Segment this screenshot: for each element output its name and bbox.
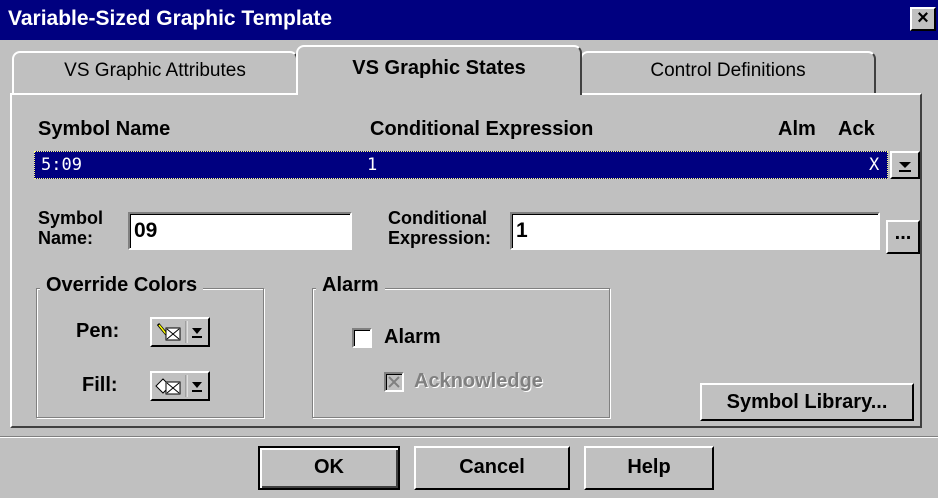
cancel-button[interactable]: Cancel (414, 446, 570, 490)
check-mark-icon (388, 376, 400, 388)
tab-vs-graphic-attributes[interactable]: VS Graphic Attributes (12, 51, 298, 93)
dropdown-arrow-icon (185, 375, 202, 397)
conditional-expression-input[interactable]: 1 (510, 212, 880, 250)
header-alm: Alm (778, 118, 816, 140)
chevron-down-icon (899, 162, 911, 172)
footer-divider (0, 436, 938, 438)
symbol-library-button[interactable]: Symbol Library... (700, 383, 914, 421)
acknowledge-checkbox (384, 372, 404, 392)
window-title: Variable-Sized Graphic Template (8, 7, 333, 30)
tab-control-definitions[interactable]: Control Definitions (580, 51, 876, 93)
fill-color-button[interactable] (150, 371, 210, 401)
symbol-name-label: Symbol Name: (38, 208, 104, 248)
pen-color-button[interactable] (150, 317, 210, 347)
alarm-group-title: Alarm (316, 274, 385, 297)
header-symbol-name: Symbol Name (38, 118, 171, 140)
tab-vs-graphic-states[interactable]: VS Graphic States (296, 45, 582, 95)
expression-browse-button[interactable]: ... (886, 220, 920, 254)
no-color-icon (165, 327, 181, 341)
state-row-selected[interactable]: 5:09 1 X (34, 151, 888, 179)
state-dropdown-button[interactable] (890, 151, 920, 179)
header-conditional-expression: Conditional Expression (370, 118, 594, 140)
conditional-expression-label: Conditional Expression: (388, 208, 492, 248)
ok-button[interactable]: OK (258, 446, 400, 490)
row-conditional-expression: 1 (367, 155, 378, 175)
header-ack: Ack (838, 118, 875, 140)
dropdown-arrow-icon (185, 321, 202, 343)
acknowledge-checkbox-label: Acknowledge (414, 370, 543, 392)
symbol-name-input[interactable]: 09 (128, 212, 352, 250)
close-button[interactable]: × (910, 7, 936, 31)
alarm-checkbox-label: Alarm (384, 326, 441, 348)
alarm-checkbox[interactable] (352, 328, 372, 348)
override-colors-title: Override Colors (40, 274, 204, 297)
no-color-icon (165, 381, 181, 395)
help-button[interactable]: Help (584, 446, 714, 490)
alarm-group (312, 288, 610, 418)
fill-label: Fill: (82, 374, 118, 396)
row-ack-mark: X (869, 155, 880, 175)
row-symbol-name: 5:09 (41, 155, 82, 175)
pen-label: Pen: (76, 320, 120, 342)
